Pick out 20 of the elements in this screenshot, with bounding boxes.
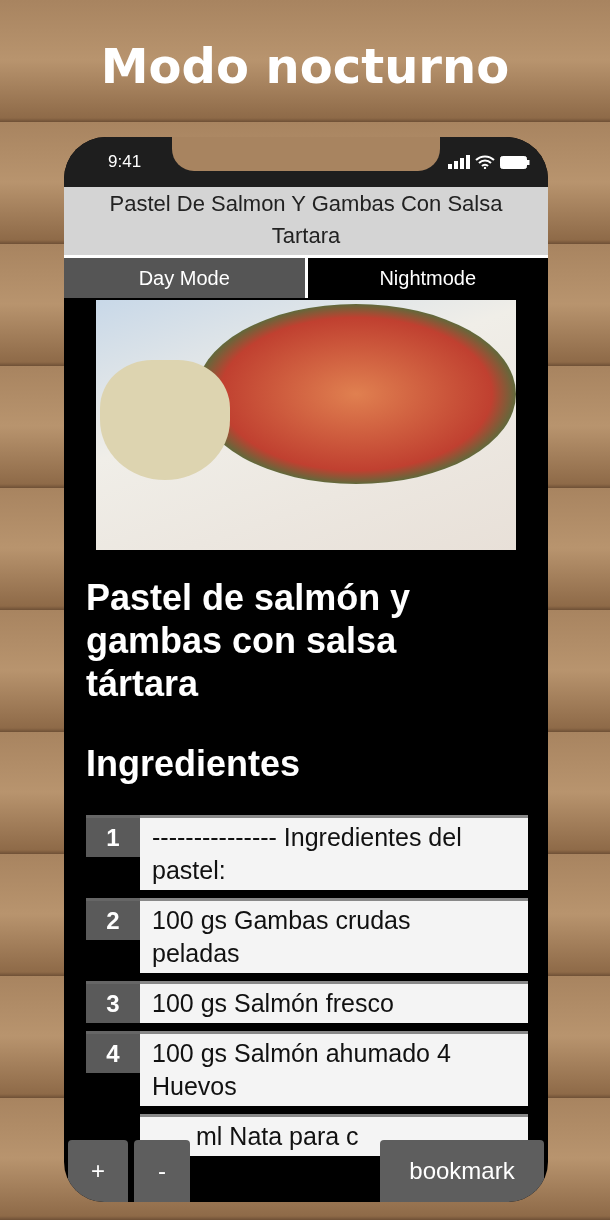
section-heading: Ingredientes bbox=[86, 743, 302, 785]
mode-tab[interactable]: Day Mode bbox=[64, 258, 305, 298]
ingredient-number: 2 bbox=[86, 898, 140, 940]
ingredient-number: 4 bbox=[86, 1031, 140, 1073]
ingredient-text: 100 gs Salmón ahumado 4 Huevos bbox=[140, 1031, 528, 1106]
ingredient-text: --------------- Ingredientes del pastel: bbox=[140, 815, 528, 890]
ingredient-number: 1 bbox=[86, 815, 140, 857]
zoom-button[interactable]: - bbox=[134, 1140, 190, 1202]
ingredient-text: 100 gs Gambas crudas peladas bbox=[140, 898, 528, 973]
signal-icon bbox=[448, 155, 470, 169]
wifi-icon bbox=[475, 155, 495, 169]
bookmark-button[interactable]: bookmark bbox=[380, 1140, 544, 1202]
zoom-button[interactable]: + bbox=[68, 1140, 128, 1202]
banner-title: Modo nocturno bbox=[100, 38, 510, 94]
recipe-title: Pastel de salmón y gambas con salsa tártara bbox=[86, 576, 412, 705]
battery-icon bbox=[500, 155, 530, 169]
status-time: 9:41 bbox=[108, 152, 142, 172]
ingredient-number: 3 bbox=[86, 981, 140, 1023]
app-title: Pastel De Salmon Y Gambas Con Salsa Tartara bbox=[64, 187, 548, 255]
ingredient-text: 100 gs Salmón fresco bbox=[140, 981, 528, 1023]
